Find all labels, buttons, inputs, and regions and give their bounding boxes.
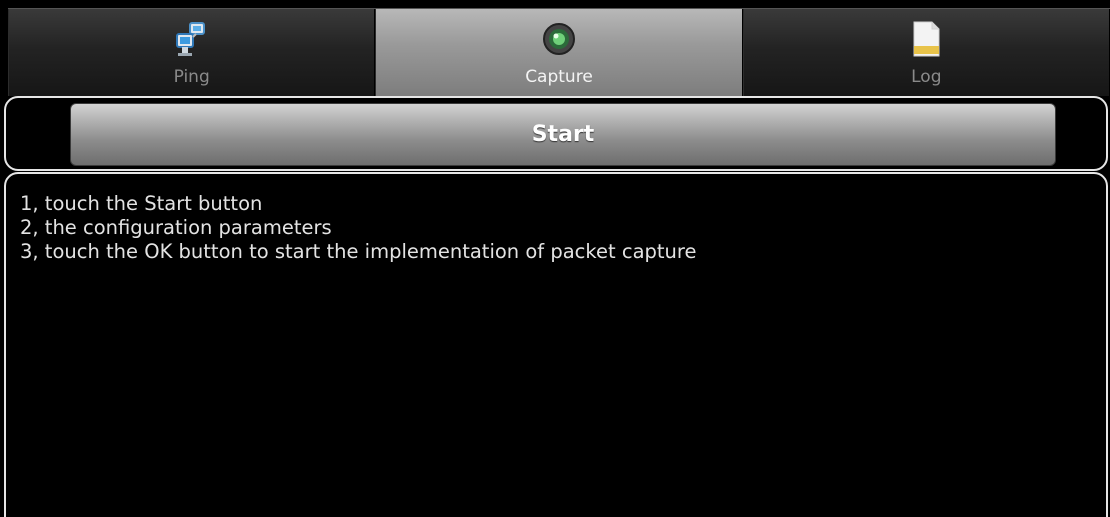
tab-bar: Ping Capture Log (8, 8, 1110, 96)
instructions-panel: 1, touch the Start button 2, the configu… (4, 172, 1108, 517)
tab-log[interactable]: Log (742, 9, 1110, 96)
tab-log-label: Log (911, 67, 942, 87)
log-file-icon (906, 19, 946, 59)
instruction-line: 3, touch the OK button to start the impl… (20, 240, 697, 263)
instruction-line: 1, touch the Start button (20, 192, 263, 215)
capture-camera-icon (539, 19, 579, 59)
tab-ping-label: Ping (173, 67, 210, 87)
start-button[interactable]: Start (70, 103, 1056, 166)
tab-capture[interactable]: Capture (375, 9, 743, 96)
instruction-line: 2, the configuration parameters (20, 216, 332, 239)
tab-capture-label: Capture (525, 67, 593, 87)
start-panel: Start (4, 96, 1108, 171)
ping-network-icon (172, 19, 212, 59)
tab-ping[interactable]: Ping (8, 9, 376, 96)
app-window: Ping Capture Log Start 1, touch the Star… (0, 0, 1110, 517)
